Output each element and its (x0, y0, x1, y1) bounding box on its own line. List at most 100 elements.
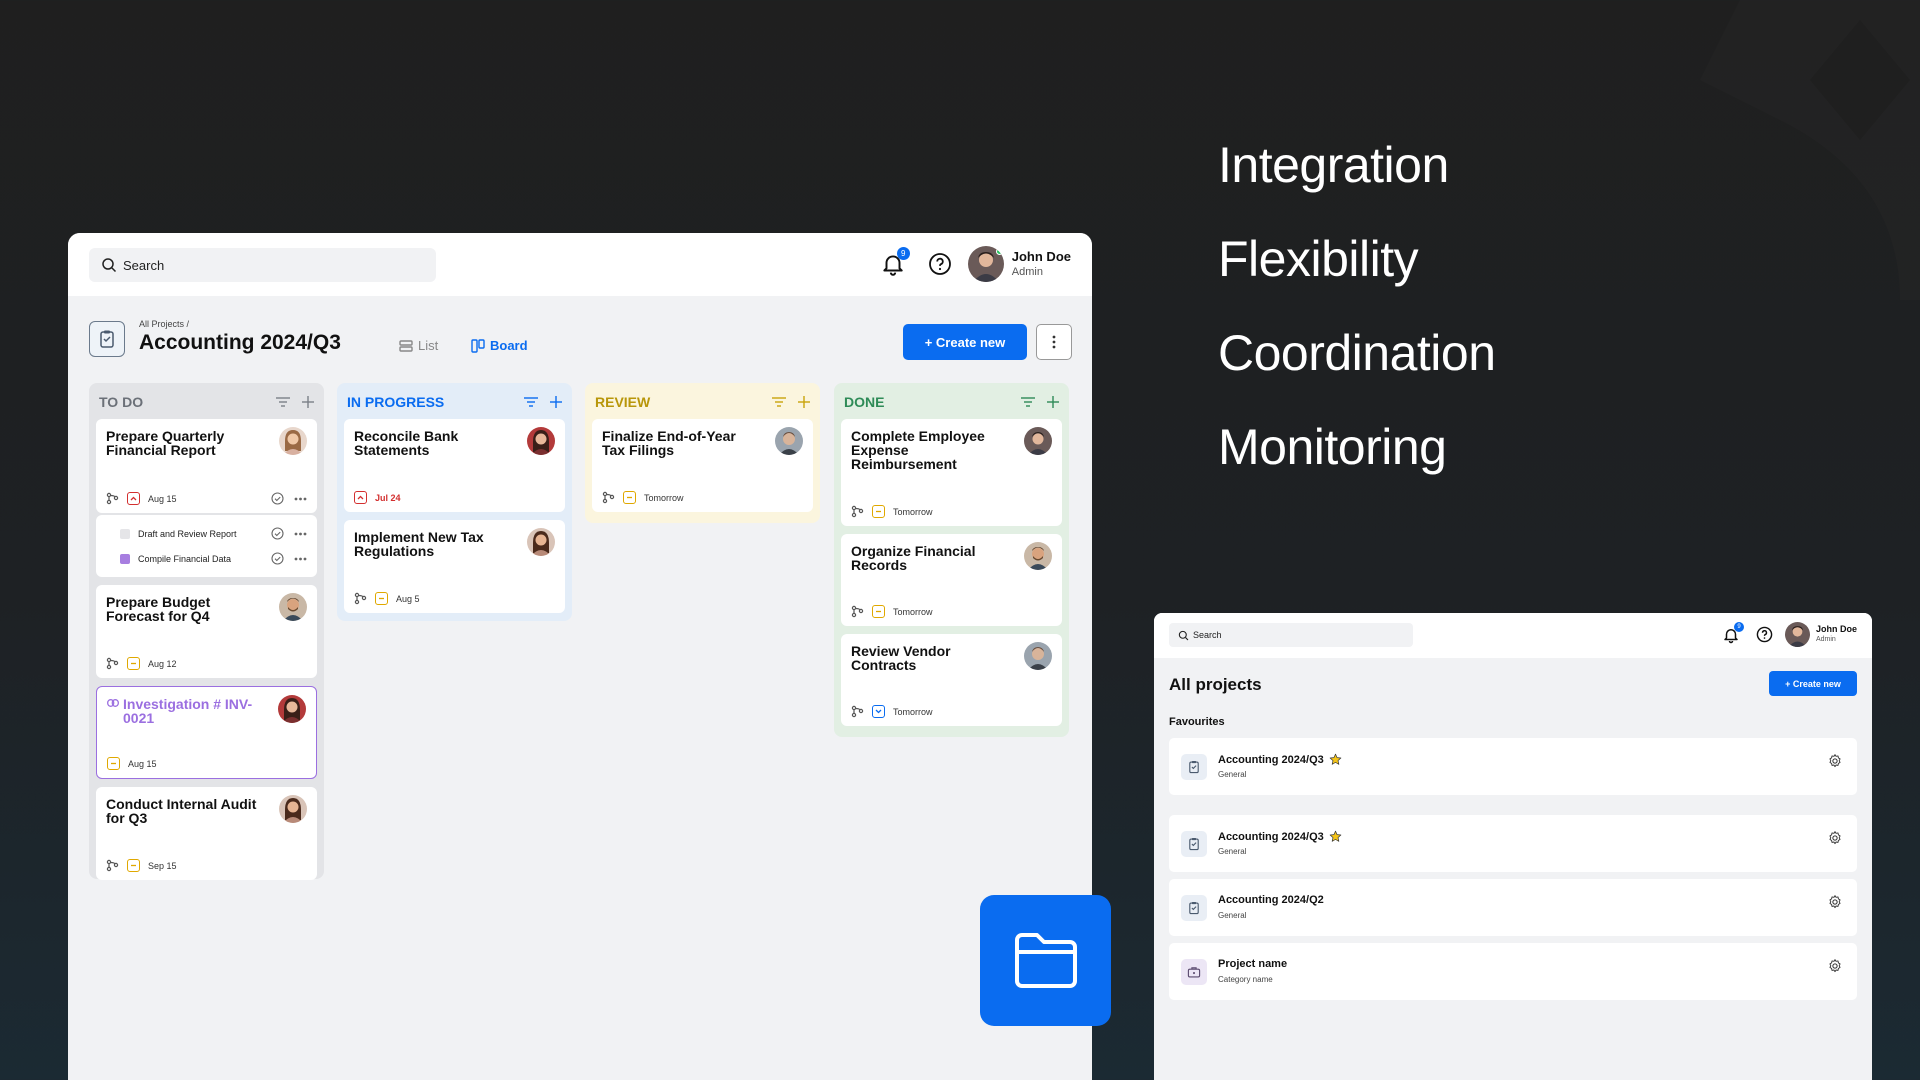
task-card[interactable]: Prepare Budget Forecast for Q4 Aug 12 (96, 585, 317, 678)
search-placeholder: Search (1193, 630, 1222, 640)
subtask-item[interactable]: Draft and Review Report (106, 521, 307, 546)
task-card[interactable]: Implement New Tax Regulations Aug 5 (344, 520, 565, 613)
task-title: Review Vendor Contracts (851, 643, 951, 673)
user-avatar[interactable] (1784, 622, 1810, 647)
filter-icon[interactable] (524, 396, 538, 408)
task-title: Prepare Quarterly Financial Report (106, 428, 225, 458)
due-date: Aug 15 (128, 758, 157, 769)
column-title: IN PROGRESS (347, 394, 445, 410)
column-title: TO DO (99, 394, 144, 410)
notifications-button[interactable]: 9 (1722, 621, 1744, 644)
column-title: REVIEW (595, 394, 651, 410)
help-icon[interactable] (928, 252, 952, 276)
briefcase-icon (1181, 959, 1207, 985)
task-card[interactable]: Conduct Internal Audit for Q3 Sep 15 (96, 787, 317, 880)
create-new-button[interactable]: + Create new (903, 324, 1027, 360)
subtasks-icon (106, 492, 119, 505)
add-icon[interactable] (1047, 396, 1059, 408)
subtasks-icon (106, 657, 119, 670)
assignee-avatar (1024, 642, 1052, 670)
more-horizontal-icon[interactable] (294, 497, 307, 501)
check-circle-icon[interactable] (271, 552, 284, 565)
task-card[interactable]: Finalize End-of-Year Tax Filings Tomorro… (592, 419, 813, 512)
subtask-item[interactable]: Compile Financial Data (106, 546, 307, 571)
task-card[interactable]: Review Vendor Contracts Tomorrow (841, 634, 1062, 726)
user-name: John Doe (1815, 624, 1857, 634)
due-date: Tomorrow (644, 492, 684, 503)
view-tab-list[interactable]: List (399, 338, 438, 353)
project-row[interactable]: Accounting 2024/Q3 General (1169, 738, 1857, 795)
clipboard-icon (1181, 754, 1207, 780)
star-icon[interactable] (1329, 830, 1342, 843)
due-date: Aug 5 (396, 593, 420, 604)
clipboard-icon (1181, 895, 1207, 921)
user-role: Admin (1011, 266, 1043, 278)
subtasks-icon (106, 859, 119, 872)
subtasks-icon (851, 605, 864, 618)
priority-medium-icon (623, 491, 636, 504)
project-row[interactable]: Project name Category name (1169, 943, 1857, 1000)
add-icon[interactable] (302, 396, 314, 408)
more-horizontal-icon[interactable] (294, 532, 307, 536)
task-card[interactable]: Investigation # INV-0021 Aug 15 (96, 686, 317, 779)
project-category: General (1218, 770, 1247, 779)
priority-low-icon (872, 705, 885, 718)
notification-badge: 9 (896, 247, 910, 260)
view-tab-board[interactable]: Board (471, 338, 528, 353)
more-horizontal-icon[interactable] (294, 557, 307, 561)
column-todo: TO DO Prepare Quarterly Financial Report… (89, 383, 324, 880)
filter-icon[interactable] (1021, 396, 1035, 408)
project-name: Accounting 2024/Q2 (1218, 894, 1324, 906)
feature-heading: Flexibility (1218, 231, 1419, 287)
page-title: All projects (1169, 675, 1262, 694)
due-date: Sep 15 (148, 860, 177, 871)
subtask-label: Draft and Review Report (138, 528, 237, 539)
subtasks-icon (851, 505, 864, 518)
search-input[interactable]: Search (89, 248, 436, 282)
task-card[interactable]: Reconcile Bank Statements Jul 24 (344, 419, 565, 512)
check-circle-icon[interactable] (271, 527, 284, 540)
projects-window: Search 9 John Doe Admin All projects + C… (1154, 613, 1872, 1080)
folder-app-tile (980, 895, 1111, 1026)
gear-icon[interactable] (1827, 894, 1843, 910)
due-date: Tomorrow (893, 606, 933, 617)
user-info[interactable]: John Doe Admin (1816, 624, 1857, 645)
filter-icon[interactable] (772, 396, 786, 408)
column-done: DONE Complete Employee Expense Reimburse… (834, 383, 1069, 737)
priority-medium-icon (107, 757, 120, 770)
star-icon[interactable] (1329, 753, 1342, 766)
subtasks-icon (602, 491, 615, 504)
more-options-button[interactable] (1036, 324, 1072, 360)
subtasks-icon (851, 705, 864, 718)
create-new-button[interactable]: + Create new (1769, 671, 1857, 696)
search-input[interactable]: Search (1169, 623, 1413, 647)
user-info[interactable]: John Doe Admin (1012, 249, 1071, 279)
subtask-label: Compile Financial Data (138, 553, 232, 564)
favourites-heading: Favourites (1169, 716, 1225, 728)
project-row[interactable]: Accounting 2024/Q2 General (1169, 879, 1857, 936)
gear-icon[interactable] (1827, 753, 1843, 769)
add-icon[interactable] (798, 396, 810, 408)
help-icon[interactable] (1756, 626, 1773, 643)
background-logo-shape (1700, 0, 1920, 300)
assignee-avatar (1024, 542, 1052, 570)
due-date-overdue: Jul 24 (375, 492, 401, 503)
priority-high-icon (354, 491, 367, 504)
task-title: Conduct Internal Audit for Q3 (106, 796, 257, 826)
task-card[interactable]: Organize Financial Records Tomorrow (841, 534, 1062, 626)
priority-high-icon (127, 492, 140, 505)
subtask-color-square (120, 528, 130, 539)
task-title: Finalize End-of-Year Tax Filings (602, 428, 736, 458)
task-title: Prepare Budget Forecast for Q4 (106, 594, 211, 624)
breadcrumb[interactable]: All Projects / (139, 319, 189, 329)
add-icon[interactable] (550, 396, 562, 408)
project-row[interactable]: Accounting 2024/Q3 General (1169, 815, 1857, 872)
gear-icon[interactable] (1827, 830, 1843, 846)
task-card[interactable]: Complete Employee Expense Reimbursement … (841, 419, 1062, 526)
filter-icon[interactable] (276, 396, 290, 408)
task-card[interactable]: Prepare Quarterly Financial Report Aug 1… (96, 419, 317, 513)
gear-icon[interactable] (1827, 958, 1843, 974)
check-circle-icon[interactable] (271, 492, 284, 505)
notifications-button[interactable]: 9 (880, 247, 910, 277)
user-avatar[interactable] (967, 246, 1004, 282)
